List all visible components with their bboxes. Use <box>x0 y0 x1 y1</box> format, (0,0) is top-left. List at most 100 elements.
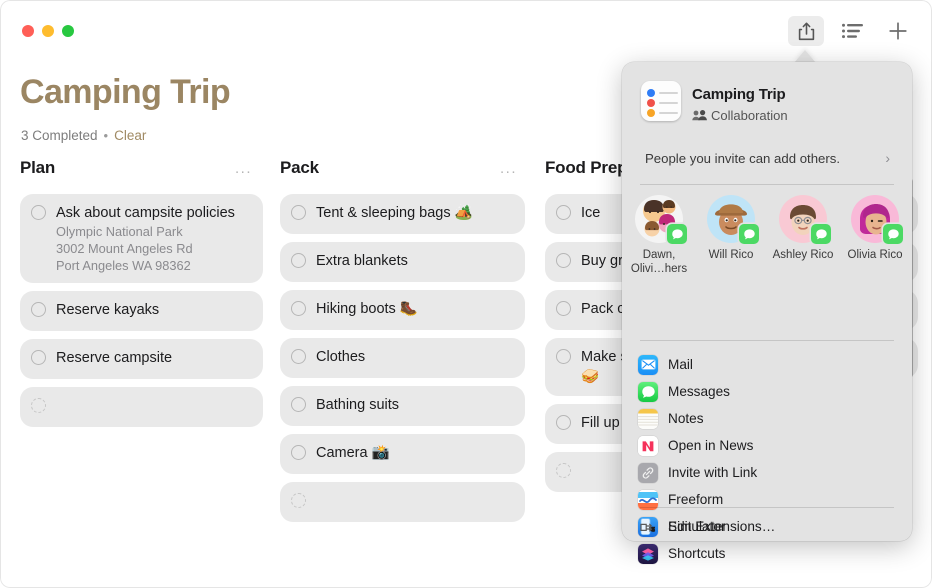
task-row[interactable]: Extra blankets <box>280 242 525 282</box>
task-row[interactable]: Tent & sleeping bags 🏕️ <box>280 194 525 234</box>
share-target-messages[interactable]: Messages <box>622 378 912 405</box>
contact-item[interactable]: Will Rico <box>699 195 763 262</box>
avatar-wrap <box>707 195 759 244</box>
contact-name: Will Rico <box>708 249 754 261</box>
contact-name: Ashley Rico <box>772 249 834 261</box>
share-target-label: Invite with Link <box>668 464 758 480</box>
share-target-invite-with-link[interactable]: Invite with Link <box>622 459 912 486</box>
task-row-empty[interactable] <box>280 482 525 522</box>
news-icon <box>638 435 658 456</box>
column-title: Food Prep <box>545 158 628 177</box>
checkbox-circle[interactable] <box>291 493 306 508</box>
completed-count: 3 Completed <box>21 128 98 143</box>
share-target-label: Mail <box>668 356 693 372</box>
contact-name: Dawn, Olivi…hers <box>630 249 688 275</box>
reminders-window: Camping Trip 3 Completed • Clear Plan ..… <box>0 0 932 588</box>
column-more-button[interactable]: ... <box>500 161 517 176</box>
edit-extensions-item[interactable]: Edit Extensions… <box>622 514 912 540</box>
list-status-row: 3 Completed • Clear <box>21 127 146 145</box>
checkbox-circle[interactable] <box>291 301 306 316</box>
zoom-button[interactable] <box>62 25 74 37</box>
invite-permissions-row[interactable]: People you invite can add others. › <box>622 148 912 172</box>
checkbox-circle[interactable] <box>556 253 571 268</box>
contact-item[interactable]: Olivia Rico <box>843 195 907 262</box>
task-title: Clothes <box>316 349 366 365</box>
list-view-button[interactable] <box>834 16 870 46</box>
task-row[interactable]: Bathing suits <box>280 386 525 426</box>
notes-icon <box>638 408 658 429</box>
plus-icon <box>889 22 907 40</box>
chevron-right-icon: › <box>885 150 890 166</box>
checkbox-circle[interactable] <box>31 350 46 365</box>
task-title: Bathing suits <box>316 397 400 413</box>
avatar-wrap <box>779 195 831 244</box>
checkbox-circle[interactable] <box>556 301 571 316</box>
checkbox-circle[interactable] <box>556 349 571 364</box>
checkbox-circle[interactable] <box>291 349 306 364</box>
messages-icon <box>638 381 658 402</box>
share-target-notes[interactable]: Notes <box>622 405 912 432</box>
checkbox-circle[interactable] <box>31 398 46 413</box>
reminders-app-icon <box>641 81 681 121</box>
task-subtitle-line: Port Angeles WA 98362 <box>56 258 191 273</box>
task-subtitle-line: 3002 Mount Angeles Rd <box>56 241 193 256</box>
task-row-empty[interactable] <box>20 387 263 427</box>
share-target-label: Shortcuts <box>668 545 726 561</box>
collaboration-icon <box>692 110 707 121</box>
share-target-freeform[interactable]: Freeform <box>622 486 912 513</box>
share-target-shortcuts[interactable]: Shortcuts <box>622 540 912 567</box>
checkbox-circle[interactable] <box>556 463 571 478</box>
share-target-mail[interactable]: Mail <box>622 351 912 378</box>
task-title: Reserve kayaks <box>56 302 160 318</box>
share-button[interactable] <box>788 16 824 46</box>
share-icon <box>798 22 814 40</box>
add-reminder-button[interactable] <box>880 16 916 46</box>
minimize-button[interactable] <box>42 25 54 37</box>
checkbox-circle[interactable] <box>556 415 571 430</box>
close-button[interactable] <box>22 25 34 37</box>
messages-badge-icon <box>667 224 687 244</box>
share-target-label: Notes <box>668 410 704 426</box>
share-target-news[interactable]: Open in News <box>622 432 912 459</box>
checkbox-circle[interactable] <box>31 302 46 317</box>
column-title: Pack <box>280 158 319 177</box>
task-title: Ask about campsite policies <box>56 205 235 221</box>
task-row[interactable]: Ask about campsite policies Olympic Nati… <box>20 194 263 283</box>
contact-item[interactable]: Ashley Rico <box>771 195 835 262</box>
task-list-pack: Tent & sleeping bags 🏕️ Extra blankets H… <box>280 194 525 530</box>
column-more-button[interactable]: ... <box>235 161 252 176</box>
checkbox-circle[interactable] <box>291 253 306 268</box>
task-row[interactable]: Hiking boots 🥾 <box>280 290 525 330</box>
task-title: Extra blankets <box>316 253 408 269</box>
task-title: Hiking boots 🥾 <box>316 301 418 317</box>
popover-title: Camping Trip <box>692 86 786 103</box>
share-target-label: Open in News <box>668 437 754 453</box>
checkbox-circle[interactable] <box>556 205 571 220</box>
task-row[interactable]: Clothes <box>280 338 525 378</box>
task-row[interactable]: Reserve campsite <box>20 339 263 379</box>
messages-badge-icon <box>883 224 903 244</box>
column-header: Plan ... <box>20 158 263 190</box>
task-row[interactable]: Reserve kayaks <box>20 291 263 331</box>
checkbox-circle[interactable] <box>31 205 46 220</box>
popover-subtitle-row: Collaboration <box>692 108 788 123</box>
task-subtitle-line: Olympic National Park <box>56 224 183 239</box>
extensions-icon <box>638 517 658 537</box>
traffic-lights <box>22 25 74 37</box>
task-row[interactable]: Camera 📸 <box>280 434 525 474</box>
checkbox-circle[interactable] <box>291 397 306 412</box>
avatar-wrap <box>851 195 903 244</box>
task-list-plan: Ask about campsite policies Olympic Nati… <box>20 194 263 435</box>
contact-name: Olivia Rico <box>847 249 903 261</box>
checkbox-circle[interactable] <box>291 205 306 220</box>
checkbox-circle[interactable] <box>291 445 306 460</box>
task-title: Tent & sleeping bags 🏕️ <box>316 205 473 221</box>
clear-completed-link[interactable]: Clear <box>114 127 146 145</box>
contact-item[interactable]: Dawn, Olivi…hers <box>627 195 691 276</box>
edit-extensions-label: Edit Extensions… <box>668 519 776 534</box>
suggested-contacts: Dawn, Olivi…hers Will Rico Ashley Rico O… <box>622 195 912 325</box>
page-title: Camping Trip <box>20 73 231 111</box>
column-plan: Plan ... Ask about campsite policies Oly… <box>20 158 263 427</box>
popover-header: Camping Trip Collaboration <box>622 62 912 126</box>
share-popover: Camping Trip Collaboration People you in… <box>622 62 912 564</box>
